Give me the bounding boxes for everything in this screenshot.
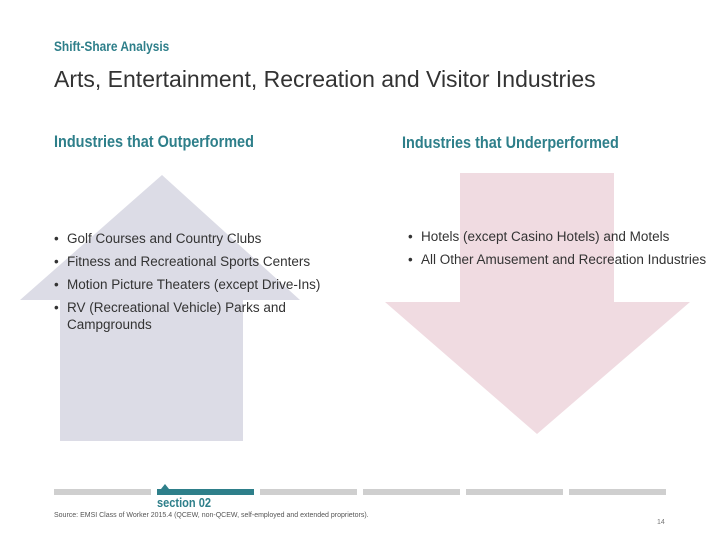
list-item: All Other Amusement and Recreation Indus…: [408, 251, 708, 268]
page-title: Arts, Entertainment, Recreation and Visi…: [54, 66, 596, 92]
list-item: Motion Picture Theaters (except Drive-In…: [54, 276, 344, 293]
section-label: section 02: [157, 495, 212, 510]
section-bar-1[interactable]: [54, 489, 151, 495]
list-item: Hotels (except Casino Hotels) and Motels: [408, 228, 708, 245]
list-item: RV (Recreational Vehicle) Parks and Camp…: [54, 299, 344, 333]
list-item: Golf Courses and Country Clubs: [54, 230, 344, 247]
list-item: Fitness and Recreational Sports Centers: [54, 253, 344, 270]
page-number: 14: [657, 519, 665, 526]
kicker: Shift-Share Analysis: [54, 38, 170, 54]
outperformed-list: Golf Courses and Country Clubs Fitness a…: [54, 230, 344, 339]
section-bar-3[interactable]: [260, 489, 357, 495]
source-note: Source: EMSI Class of Worker 2015.4 (QCE…: [54, 512, 369, 519]
active-marker-icon: [161, 484, 169, 489]
outperformed-heading: Industries that Outperformed: [54, 132, 254, 151]
down-arrow: [385, 173, 690, 434]
section-bar-6[interactable]: [569, 489, 666, 495]
section-bar-5[interactable]: [466, 489, 563, 495]
section-bar-4[interactable]: [363, 489, 460, 495]
underperformed-heading: Industries that Underperformed: [402, 133, 619, 152]
underperformed-list: Hotels (except Casino Hotels) and Motels…: [408, 228, 708, 274]
